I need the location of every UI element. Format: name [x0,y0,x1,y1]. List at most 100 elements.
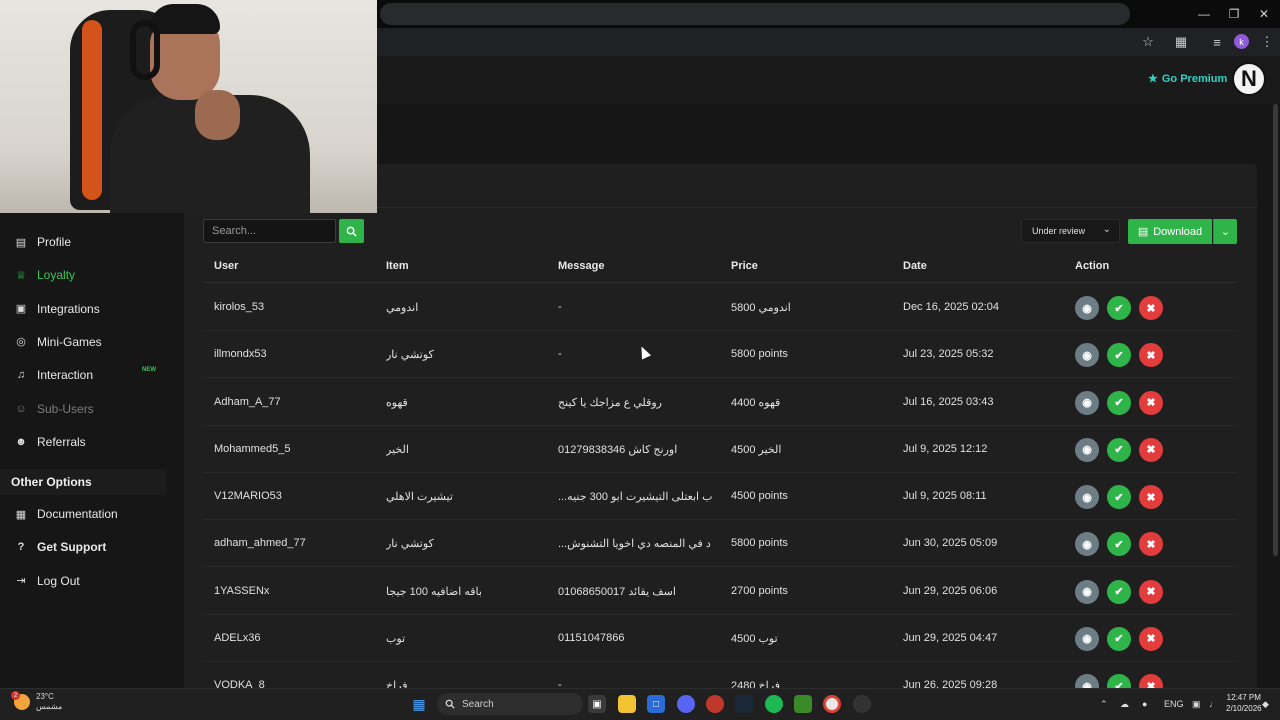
approve-button[interactable]: ✔ [1107,296,1131,320]
language-indicator[interactable]: ENG [1164,699,1184,709]
notifications-icon[interactable]: ◆ [1262,699,1269,710]
cell-date: Jul 9, 2025 12:12 [903,442,988,455]
network-icon[interactable]: ▣ [1192,699,1201,710]
sidebar-item-loyalty[interactable]: ♕ Loyalty [0,260,166,290]
search-icon [346,226,357,237]
status-filter-select[interactable]: Under review ⌄ [1021,219,1120,243]
eye-icon: ◉ [1082,538,1092,551]
search-button[interactable] [339,219,364,243]
sidebar-item-log-out[interactable]: ⇥ Log Out [0,566,166,596]
view-button[interactable]: ◉ [1075,437,1099,462]
view-button[interactable]: ◉ [1075,532,1099,557]
reject-button[interactable]: ✖ [1139,532,1163,557]
task-view-icon[interactable]: ▣ [588,695,606,713]
cell-user: kirolos_53 [214,301,265,313]
app-icon[interactable] [706,695,724,713]
cell-price: قهوه 4400 [731,396,781,409]
approve-button[interactable]: ✔ [1107,532,1131,557]
sidebar-item-interaction[interactable]: ♫ Interaction [0,360,166,390]
download-button[interactable]: ▤ Download [1128,219,1212,244]
cell-date: Jun 29, 2025 04:47 [903,631,998,644]
approve-button[interactable]: ✔ [1107,579,1131,604]
webcam-overlay [0,0,377,213]
maximize-icon[interactable]: ❐ [1218,0,1250,28]
chrome-icon[interactable] [823,695,841,713]
utorrent-icon[interactable] [794,695,812,713]
sidebar-item-mini-games[interactable]: ◎ Mini-Games [0,327,166,357]
taskbar-search[interactable]: Search [437,693,583,715]
view-button[interactable]: ◉ [1075,626,1099,651]
view-button[interactable]: ◉ [1075,390,1099,415]
bookmark-star-icon[interactable]: ☆ [1139,33,1157,51]
reject-button[interactable]: ✖ [1139,296,1163,320]
cell-date: Jun 30, 2025 05:09 [903,537,998,550]
cell-item: قهوه [386,396,408,409]
minimize-icon[interactable]: — [1188,0,1220,28]
view-button[interactable]: ◉ [1075,296,1099,320]
volume-icon[interactable]: ♩ [1209,699,1218,709]
x-icon: ✖ [1146,302,1156,315]
taskbar-clock[interactable]: 12:47 PM 2/10/2026 [1226,692,1262,714]
cell-user: illmondx53 [214,348,267,361]
approve-button[interactable]: ✔ [1107,626,1131,651]
table-row: V12MARIO53 تيشيرت الاهلي ...ب ابعتلى التيش… [203,473,1237,520]
extensions-icon[interactable]: ▦ [1172,33,1190,51]
reject-button[interactable]: ✖ [1139,485,1163,509]
sidebar-item-get-support[interactable]: ? Get Support [0,532,166,562]
column-header-user[interactable]: User [214,260,238,272]
sidebar-item-referrals[interactable]: ☻ Referrals [0,427,166,457]
onedrive-icon[interactable]: ☁ [1120,699,1129,710]
url-field[interactable] [380,3,1130,25]
column-header-item[interactable]: Item [386,260,409,272]
column-header-message[interactable]: Message [558,260,604,272]
view-button[interactable]: ◉ [1075,485,1099,509]
reject-button[interactable]: ✖ [1139,390,1163,415]
approve-button[interactable]: ✔ [1107,343,1131,368]
view-button[interactable]: ◉ [1075,579,1099,604]
microphone-icon[interactable]: ● [1142,699,1147,709]
approve-button[interactable]: ✔ [1107,437,1131,462]
sidebar-item-integrations[interactable]: ▣ Integrations [0,294,166,324]
cell-message: ...د في المنصه دي اخويا التشنوش [558,538,711,551]
sidebar-item-documentation[interactable]: ▦ Documentation [0,499,166,529]
reject-button[interactable]: ✖ [1139,343,1163,368]
media-control-icon[interactable]: ≡ [1208,33,1226,51]
spotify-icon[interactable] [765,695,783,713]
sidebar-item-sub-users[interactable]: ☺ Sub-Users [0,394,166,424]
page-scrollbar[interactable] [1273,104,1278,556]
windows-start-icon[interactable]: ▦ [410,695,428,713]
close-window-icon[interactable]: ✕ [1248,0,1280,28]
column-header-price[interactable]: Price [731,260,758,272]
browser-menu-icon[interactable]: ⋮ [1258,33,1276,51]
go-premium-link[interactable]: ★ Go Premium [1148,72,1227,86]
cell-date: Dec 16, 2025 02:04 [903,301,1000,313]
browser-profile-avatar[interactable]: k [1234,34,1249,49]
weather-widget[interactable]: 2 23°C مشمس [11,691,63,712]
download-options-button[interactable]: ⌄ [1213,219,1237,244]
cell-item: تيشيرت الاهلي [386,491,453,503]
reject-button[interactable]: ✖ [1139,437,1163,462]
approve-button[interactable]: ✔ [1107,390,1131,415]
search-input[interactable] [203,219,336,243]
eye-icon: ◉ [1082,397,1092,409]
weather-condition: مشمس [36,702,63,711]
discord-icon[interactable] [677,695,695,713]
gamepad-icon: ◎ [16,336,26,349]
store-icon[interactable]: □ [647,695,665,713]
cell-message: 01151047866 [558,631,625,644]
star-icon: ★ [1148,73,1158,85]
sidebar-item-profile[interactable]: ▤ Profile [0,227,166,257]
cell-item: كوتشي نار [386,349,434,362]
view-button[interactable]: ◉ [1075,343,1099,368]
approve-button[interactable]: ✔ [1107,485,1131,509]
app-icon[interactable] [853,695,871,713]
table-header: User Item Message Price Date Action [203,253,1237,283]
brand-logo[interactable]: N [1232,62,1266,96]
reject-button[interactable]: ✖ [1139,626,1163,651]
reject-button[interactable]: ✖ [1139,579,1163,604]
steam-icon[interactable] [735,695,753,713]
chevron-up-icon[interactable]: ⌃ [1100,699,1108,710]
sidebar-item-label: Interaction [37,368,94,383]
file-explorer-icon[interactable] [618,695,636,713]
column-header-date[interactable]: Date [903,260,927,272]
